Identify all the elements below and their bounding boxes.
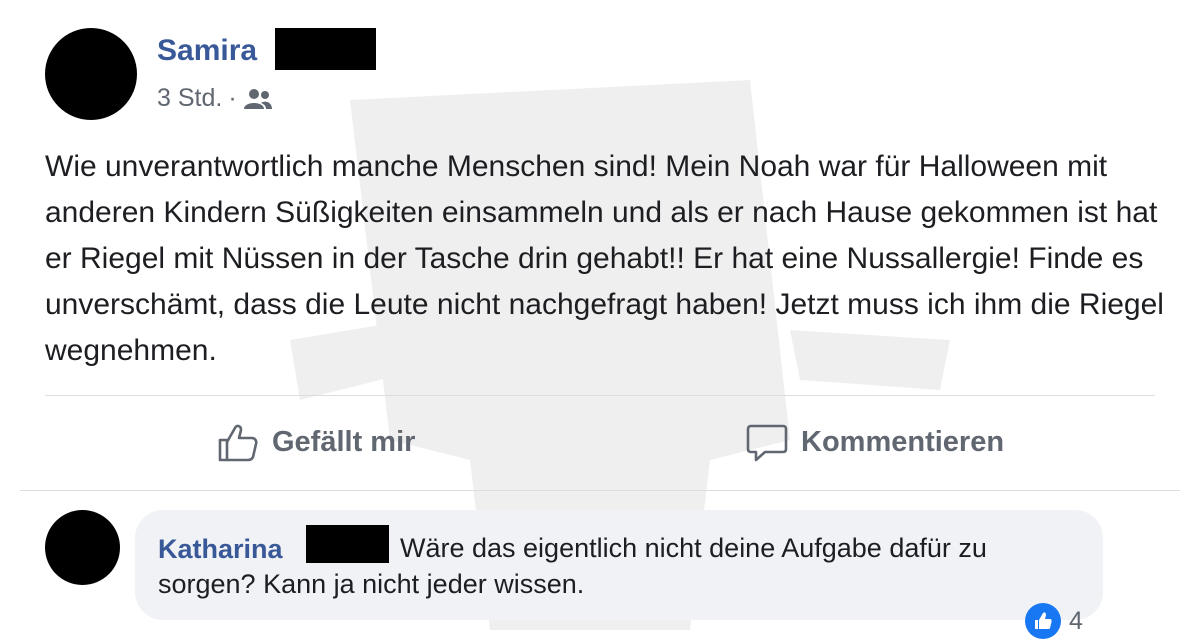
redacted-surname xyxy=(306,525,389,563)
like-button[interactable]: Gefällt mir xyxy=(216,420,415,464)
comment-label: Kommentieren xyxy=(801,425,1005,458)
comment-text: Wäre das eigentlich nicht deine Aufgabe … xyxy=(158,533,987,599)
comment-author-name[interactable]: Katharina xyxy=(158,534,283,565)
like-reaction-icon xyxy=(1025,603,1061,639)
reaction-count: 4 xyxy=(1069,606,1083,635)
redacted-surname xyxy=(275,28,376,70)
author-avatar[interactable] xyxy=(45,28,137,120)
friends-icon xyxy=(243,88,272,109)
post-timestamp[interactable]: 3 Std. xyxy=(157,84,222,113)
commenter-avatar[interactable] xyxy=(45,510,120,585)
post-card: Samira 3 Std. · Wie unverantwortlich man… xyxy=(0,0,1200,639)
post-author-name[interactable]: Samira xyxy=(157,34,257,68)
meta-separator: · xyxy=(228,84,237,112)
speech-bubble-icon xyxy=(746,424,788,462)
divider xyxy=(45,395,1155,396)
comment-button[interactable]: Kommentieren xyxy=(745,420,1004,464)
like-label: Gefällt mir xyxy=(272,425,416,458)
comment-reactions[interactable]: 4 xyxy=(1025,603,1083,639)
divider xyxy=(20,490,1180,491)
thumbs-up-icon xyxy=(218,424,258,462)
post-meta: 3 Std. · xyxy=(157,84,273,113)
post-text: Wie unverantwortlich manche Menschen sin… xyxy=(45,150,1164,367)
